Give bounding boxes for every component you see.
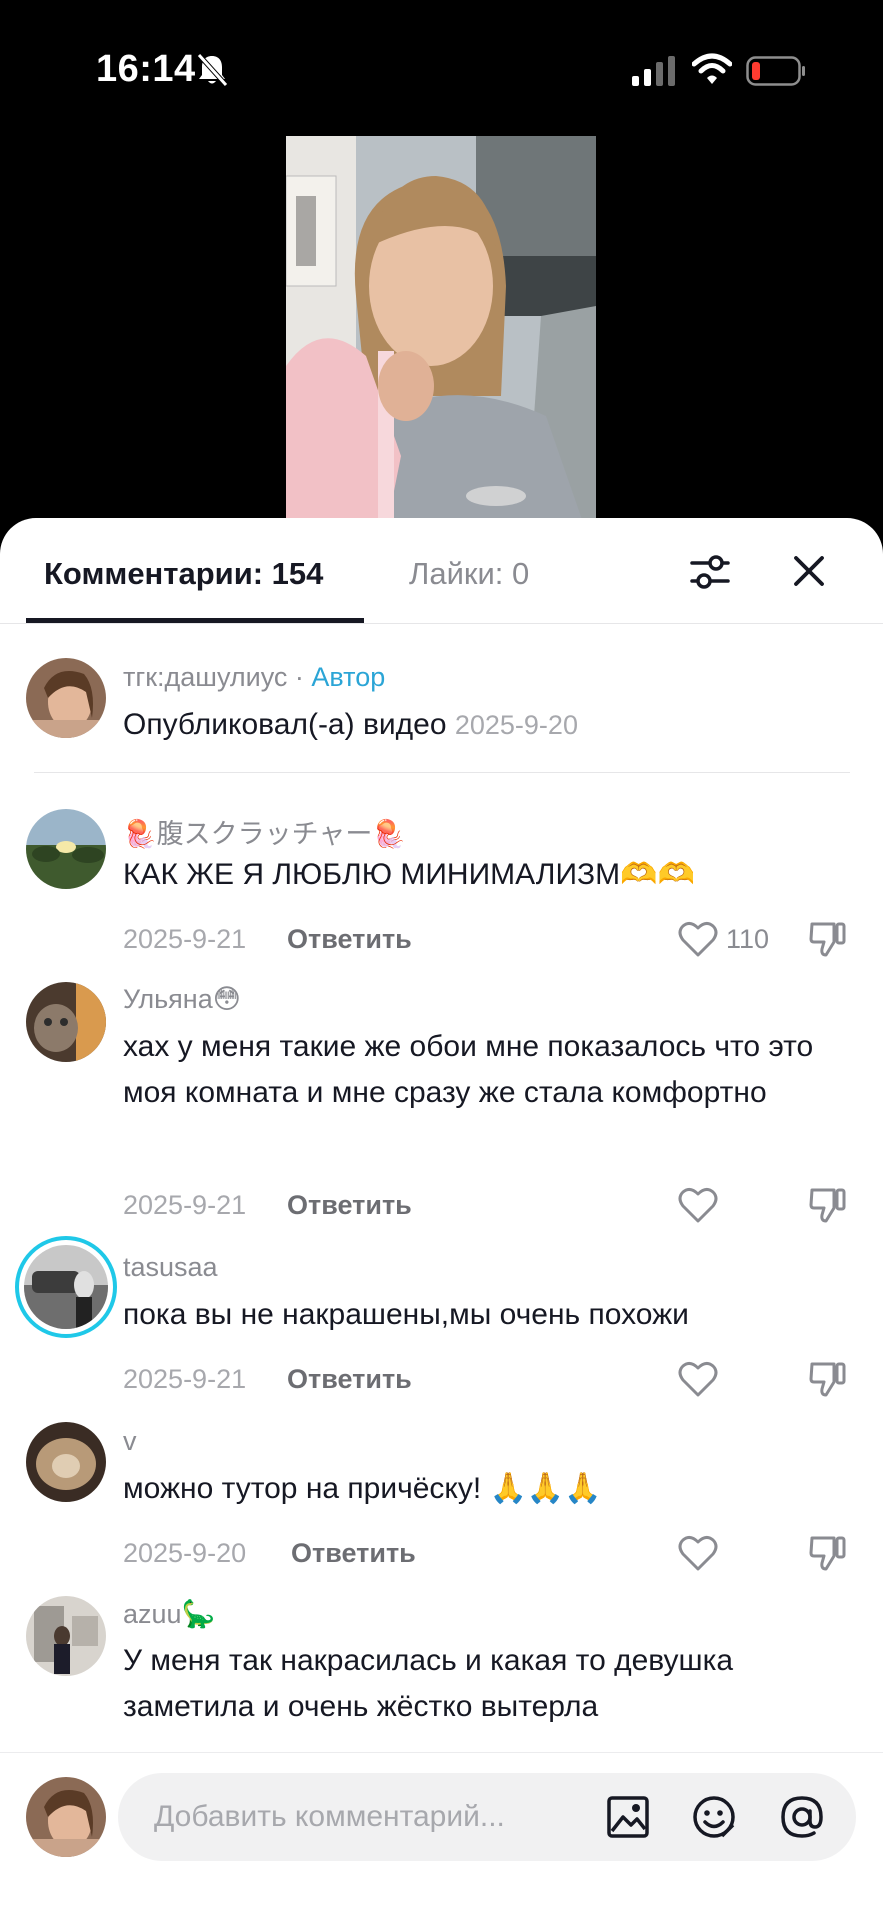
active-tab-indicator — [26, 618, 364, 623]
comment-text: можно тутор на причёску! 🙏🙏🙏 — [123, 1472, 602, 1505]
tab-likes[interactable]: Лайки: 0 — [409, 556, 529, 592]
comment-text: КАК ЖЕ Я ЛЮБЛЮ МИНИМАЛИЗМ🫶🫶 — [123, 858, 695, 891]
heart-outline-icon[interactable] — [678, 1186, 718, 1224]
comment-text: пока вы не накрашены,мы очень похожи — [123, 1298, 689, 1331]
bell-slash-icon — [197, 53, 228, 87]
comment-username[interactable]: Ульяна😳 — [123, 984, 241, 1015]
reply-button[interactable]: Ответить — [291, 1538, 416, 1569]
thumbs-down-icon[interactable] — [808, 1358, 848, 1398]
status-time: 16:14 — [96, 48, 196, 90]
reply-button[interactable]: Ответить — [287, 1190, 412, 1221]
image-icon[interactable] — [604, 1793, 652, 1841]
avatar[interactable] — [24, 1245, 108, 1329]
heart-outline-icon[interactable] — [678, 920, 718, 958]
emoji-icon[interactable] — [690, 1793, 738, 1841]
status-bar: 16:14 — [0, 0, 883, 140]
reply-button[interactable]: Ответить — [287, 924, 412, 955]
wifi-icon — [692, 53, 732, 84]
avatar[interactable] — [26, 1596, 106, 1676]
comment-input-container — [118, 1773, 856, 1861]
comment-date: 2025-9-21 — [123, 1190, 247, 1220]
comment-username[interactable]: 🪼腹スクラッチャー🪼 — [123, 812, 406, 851]
reply-button[interactable]: Ответить — [287, 1364, 412, 1395]
comment-date: 2025-9-20 — [123, 1538, 247, 1568]
thumbs-down-icon[interactable] — [808, 1184, 848, 1224]
thumbs-down-icon[interactable] — [808, 1532, 848, 1572]
comment-text-body: Опубликовал(-а) видео — [123, 708, 447, 741]
video-frame-image — [286, 136, 596, 531]
heart-outline-icon[interactable] — [678, 1534, 718, 1572]
comment-date: 2025-9-20 — [454, 710, 578, 740]
tab-comments[interactable]: Комментарии: 154 — [44, 556, 323, 592]
author-badge: Автор — [311, 662, 386, 692]
comment-username[interactable]: azuu🦕 — [123, 1598, 215, 1630]
cellular-signal-icon — [632, 56, 675, 86]
like-count: 110 — [726, 924, 770, 954]
current-user-avatar[interactable] — [26, 1777, 106, 1857]
avatar[interactable] — [26, 658, 106, 738]
sliders-icon[interactable] — [688, 550, 732, 594]
video-preview[interactable] — [286, 136, 596, 531]
avatar[interactable] — [26, 809, 106, 889]
comment-username[interactable]: тгк:дашулиус · Автор — [123, 662, 385, 693]
heart-outline-icon[interactable] — [678, 1360, 718, 1398]
comment-input-bar — [0, 1752, 883, 1920]
thumbs-down-icon[interactable] — [808, 918, 848, 958]
tab-bar: Комментарии: 154 Лайки: 0 — [0, 518, 883, 624]
story-ring[interactable] — [15, 1236, 117, 1338]
comment-input[interactable] — [154, 1795, 574, 1839]
comment-text: Опубликовал(-а) видео 2025-9-20 — [123, 702, 843, 748]
comment-date: 2025-9-21 — [123, 924, 247, 954]
username-text[interactable]: тгк:дашулиус — [123, 662, 287, 692]
avatar[interactable] — [26, 982, 106, 1062]
at-mention-icon[interactable] — [778, 1793, 826, 1841]
close-icon[interactable] — [790, 552, 828, 590]
comment-username[interactable]: tasusaa — [123, 1252, 218, 1283]
avatar[interactable] — [26, 1422, 106, 1502]
comment-date: 2025-9-21 — [123, 1364, 247, 1394]
comment-username[interactable]: v — [123, 1426, 137, 1457]
comments-sheet: Комментарии: 154 Лайки: 0 тгк:дашулиус ·… — [0, 518, 883, 1920]
divider — [34, 772, 850, 773]
username-separator: · — [287, 662, 312, 692]
comment-text: хах у меня такие же обои мне показалось … — [123, 1030, 814, 1109]
comment-text: У меня так накрасилась и какая то девушк… — [123, 1644, 734, 1723]
battery-low-icon — [746, 56, 805, 86]
